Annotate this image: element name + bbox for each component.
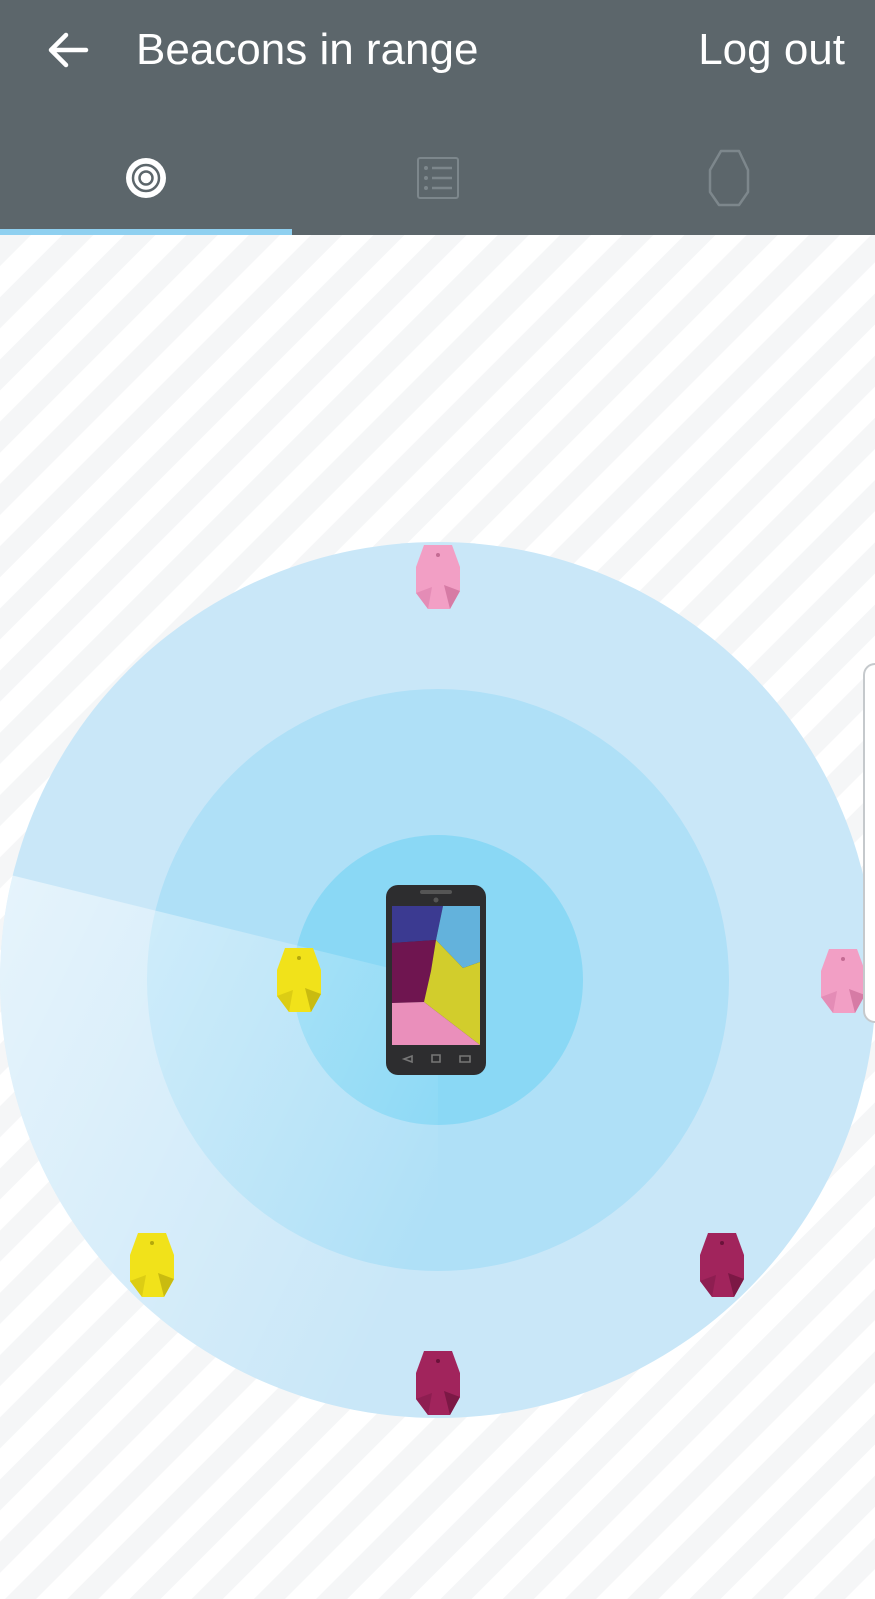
radar-icon bbox=[125, 157, 166, 198]
tab-beacon[interactable] bbox=[583, 120, 875, 235]
edge-panel-handle[interactable] bbox=[863, 663, 875, 1023]
page-title: Beacons in range bbox=[136, 25, 479, 74]
beacon-berry-bottom[interactable] bbox=[416, 1351, 460, 1415]
phone-screen bbox=[392, 906, 480, 1045]
phone-device bbox=[386, 885, 486, 1075]
radar-canvas bbox=[0, 235, 875, 1599]
app-bar: Beacons in range Log out bbox=[0, 0, 875, 235]
arrow-left-icon bbox=[48, 32, 89, 68]
beacon-yellow-inner[interactable] bbox=[277, 948, 321, 1012]
logout-button[interactable]: Log out bbox=[698, 22, 845, 78]
tab-list[interactable] bbox=[292, 120, 584, 235]
beacon-pink-top[interactable] bbox=[416, 545, 460, 609]
beacon-outline-icon bbox=[708, 149, 750, 206]
tab-bar bbox=[0, 120, 875, 235]
list-icon bbox=[416, 156, 459, 199]
back-button[interactable] bbox=[36, 18, 100, 82]
beacon-berry-right[interactable] bbox=[700, 1233, 744, 1297]
beacon-yellow-left[interactable] bbox=[130, 1233, 174, 1297]
beacon-pink-right[interactable] bbox=[821, 949, 865, 1013]
radar-view bbox=[0, 235, 875, 1599]
tab-radar[interactable] bbox=[0, 120, 292, 235]
